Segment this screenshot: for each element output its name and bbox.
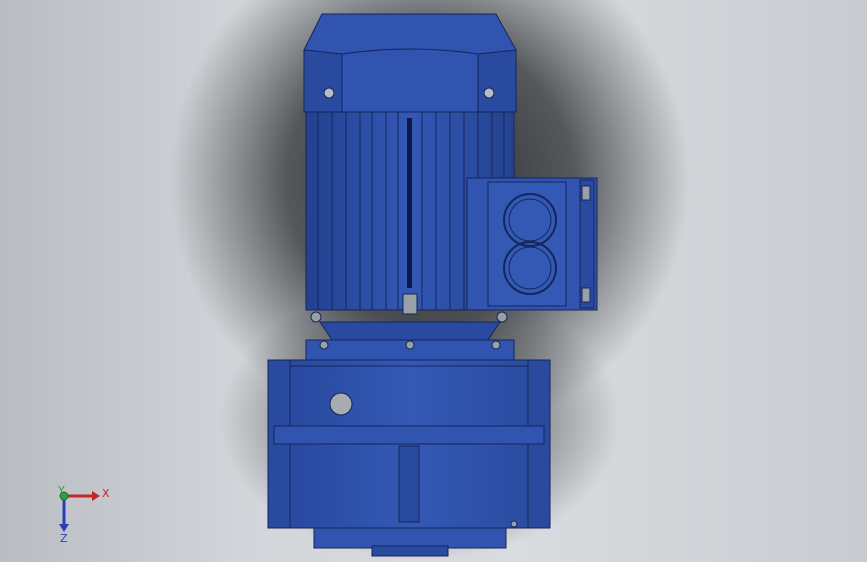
graphics-viewport[interactable]: X Y Z [0, 0, 867, 562]
gear-motor-model[interactable]: X Y Z [0, 0, 867, 562]
bolt-icon [496, 311, 508, 323]
x-axis-label: X [102, 487, 110, 500]
bolt-icon [510, 520, 518, 528]
terminal-box[interactable] [466, 177, 598, 311]
bolt-icon [310, 311, 322, 323]
screw-icon [323, 87, 335, 99]
axis-triad[interactable] [59, 491, 100, 532]
screw-icon [483, 87, 495, 99]
bolt-icon [319, 340, 329, 350]
z-axis-label: Z [60, 532, 68, 545]
y-axis-label: Y [57, 484, 65, 497]
gearbox-housing[interactable] [267, 359, 551, 557]
oil-plug-icon [329, 392, 353, 416]
bolt-icon [405, 340, 415, 350]
adapter-flange[interactable] [305, 321, 515, 361]
bolt-icon [491, 340, 501, 350]
motor-fan-cover[interactable] [303, 13, 517, 113]
